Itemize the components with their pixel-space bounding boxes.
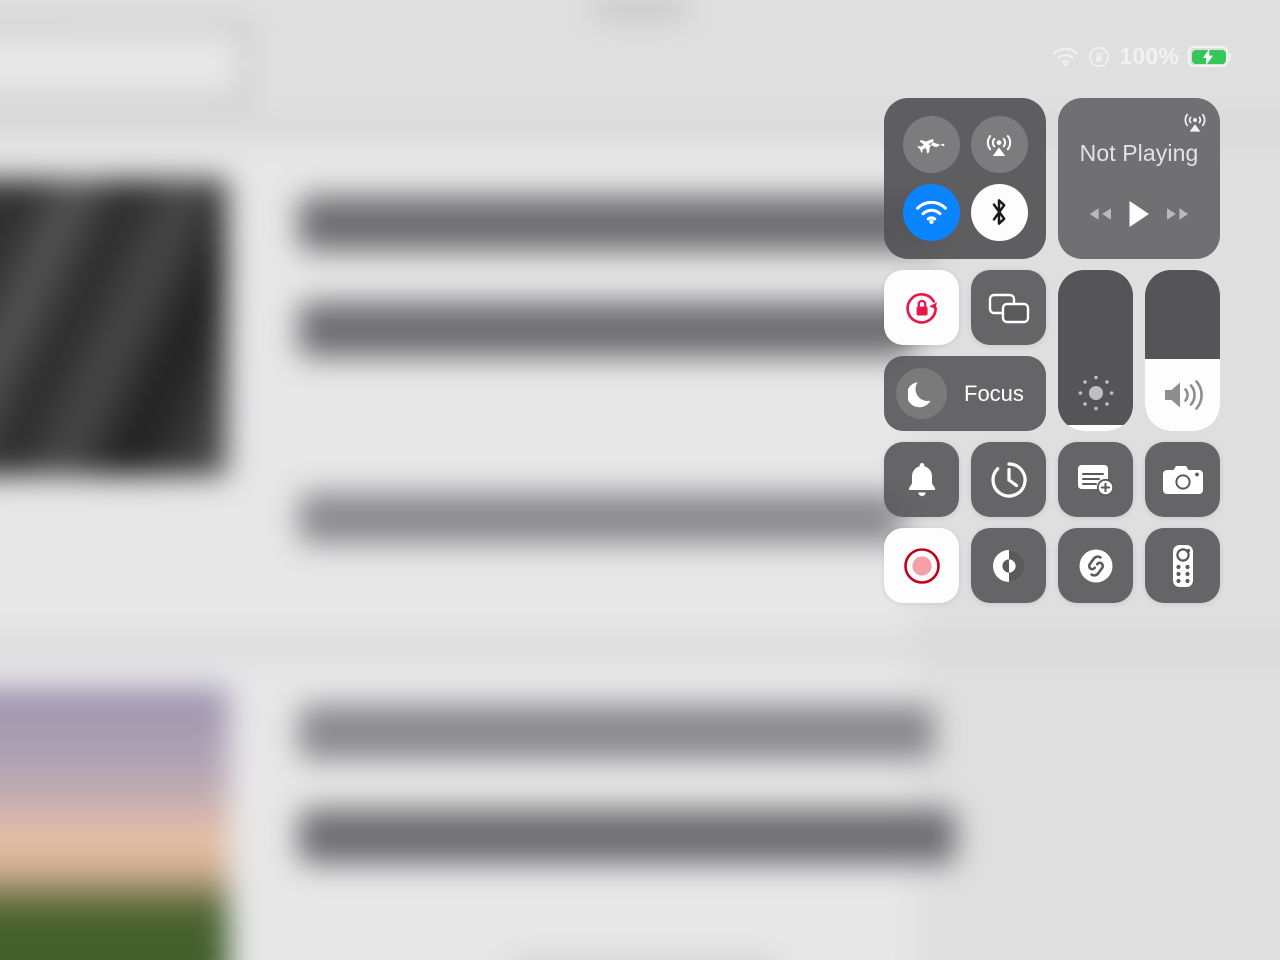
notes-button[interactable] (1058, 442, 1133, 517)
brightness-slider[interactable] (1058, 270, 1133, 431)
airdrop-icon (983, 129, 1015, 161)
dark-mode-button[interactable] (971, 528, 1046, 603)
rewind-icon[interactable] (1084, 204, 1116, 224)
brightness-icon (1076, 373, 1116, 413)
background-text-line (298, 704, 935, 760)
play-icon[interactable] (1126, 199, 1152, 229)
apple-tv-remote-button[interactable] (1145, 528, 1220, 603)
camera-icon (1161, 462, 1205, 498)
background-notch-element (593, 0, 687, 16)
background-thumbnail-2 (0, 687, 229, 960)
airdrop-button[interactable] (970, 116, 1028, 174)
airplay-icon[interactable] (1182, 109, 1208, 135)
battery-percent-label: 100% (1119, 43, 1179, 69)
rotation-lock-icon (899, 285, 945, 331)
bell-icon (904, 460, 940, 500)
alarm-button[interactable] (884, 442, 959, 517)
shazam-button[interactable] (1058, 528, 1133, 603)
rotation-lock-button[interactable] (884, 270, 959, 345)
airplane-icon (916, 130, 946, 160)
connectivity-module[interactable] (884, 98, 1046, 259)
bluetooth-button[interactable] (970, 183, 1028, 241)
timer-icon (989, 460, 1029, 500)
wifi-icon (1052, 47, 1079, 67)
remote-icon (1169, 543, 1197, 589)
bluetooth-icon (988, 196, 1010, 228)
timer-button[interactable] (971, 442, 1046, 517)
media-playback-module[interactable]: Not Playing (1058, 98, 1220, 259)
focus-button[interactable]: Focus (884, 356, 1046, 431)
notes-add-icon (1075, 461, 1117, 499)
shazam-icon (1075, 545, 1117, 587)
status-bar: 100% (1052, 45, 1228, 68)
moon-icon (896, 368, 947, 419)
media-transport-controls[interactable] (1070, 199, 1208, 229)
focus-label: Focus (964, 380, 1024, 406)
brightness-slider-fill (1058, 424, 1133, 431)
lightning-bolt-icon (1202, 48, 1214, 65)
background-outline-box (0, 26, 248, 103)
battery-charging-icon (1188, 46, 1228, 67)
camera-button[interactable] (1145, 442, 1220, 517)
media-status-label: Not Playing (1079, 140, 1199, 166)
screen-record-icon (898, 542, 946, 590)
background-text-line (298, 492, 903, 544)
control-center-panel[interactable]: Not Playing Focus (884, 98, 1228, 603)
wifi-button[interactable] (902, 183, 960, 241)
background-text-line (298, 195, 935, 252)
screen-mirroring-icon (986, 289, 1032, 327)
volume-slider[interactable] (1145, 270, 1220, 431)
fast-forward-icon[interactable] (1162, 204, 1194, 224)
wifi-icon (915, 200, 948, 225)
volume-icon (1161, 377, 1205, 413)
screen: 100% Not Playing Focus (0, 0, 1280, 960)
background-text-line (298, 808, 956, 864)
background-text-line (298, 301, 914, 358)
airplane-mode-button[interactable] (902, 116, 960, 174)
background-separator (0, 643, 1280, 649)
appearance-icon (988, 545, 1030, 587)
background-thumbnail-1 (0, 178, 227, 476)
rotation-lock-status-icon (1088, 46, 1110, 68)
screen-mirroring-button[interactable] (971, 270, 1046, 345)
screen-recording-button[interactable] (884, 528, 959, 603)
